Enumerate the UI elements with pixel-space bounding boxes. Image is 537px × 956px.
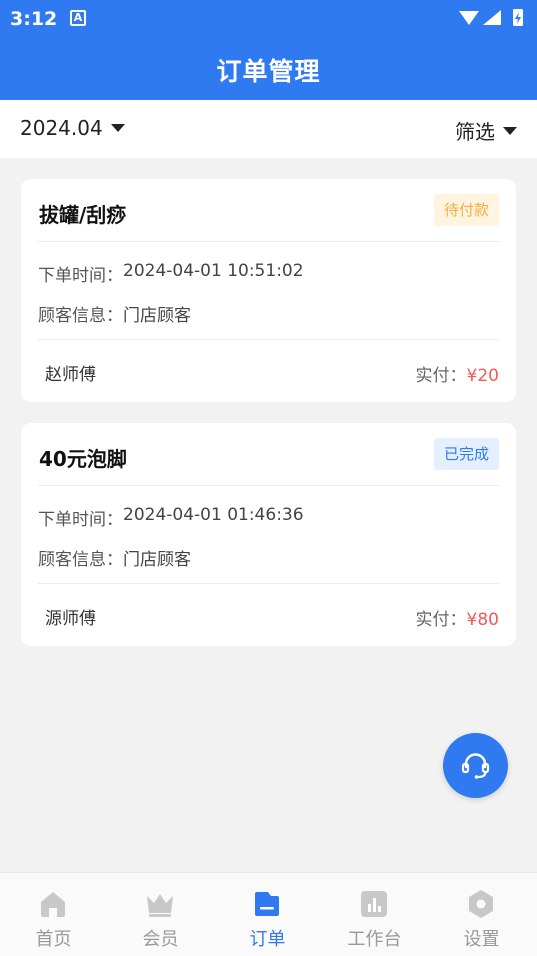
order-card[interactable]: 拔罐/刮痧 待付款 下单时间： 2024-04-01 10:51:02 顾客信息… xyxy=(21,179,516,402)
tab-label: 工作台 xyxy=(347,929,402,950)
caret-down-icon xyxy=(110,124,125,132)
worker-name: 赵师傅 xyxy=(45,365,96,385)
month-picker[interactable]: 2024.04 xyxy=(20,116,125,140)
wifi-icon xyxy=(459,11,479,25)
order-time-value: 2024-04-01 01:46:36 xyxy=(123,505,304,525)
home-icon xyxy=(41,892,65,917)
paid-label: 实付： xyxy=(415,610,467,630)
divider xyxy=(38,583,499,584)
order-time-label: 下单时间： xyxy=(38,510,123,530)
chart-icon xyxy=(361,891,387,917)
order-time-row: 下单时间： 2024-04-01 01:46:36 xyxy=(38,505,304,530)
customer-value: 门店顾客 xyxy=(123,306,191,326)
order-time-label: 下单时间： xyxy=(38,266,123,286)
customer-row: 顾客信息： 门店顾客 xyxy=(38,545,191,570)
customer-service-button[interactable] xyxy=(443,733,508,798)
tab-label: 首页 xyxy=(35,929,72,950)
page-title: 订单管理 xyxy=(216,57,321,86)
customer-row: 顾客信息： 门店顾客 xyxy=(38,301,191,326)
filter-dropdown[interactable]: 筛选 xyxy=(455,116,517,145)
divider xyxy=(38,485,499,486)
order-card[interactable]: 40元泡脚 已完成 下单时间： 2024-04-01 01:46:36 顾客信息… xyxy=(21,423,516,646)
customer-label: 顾客信息： xyxy=(38,550,123,570)
order-title: 40元泡脚 xyxy=(39,447,127,471)
tab-workbench[interactable]: 工作台 xyxy=(321,873,428,956)
paid-amount: ¥80 xyxy=(466,610,499,630)
status-bar: 3:12 A xyxy=(0,0,537,38)
filter-dropdown-label: 筛选 xyxy=(455,120,495,144)
order-time-row: 下单时间： 2024-04-01 10:51:02 xyxy=(38,261,304,286)
filter-bar: 2024.04 筛选 xyxy=(0,100,537,158)
caret-down-icon xyxy=(503,126,517,135)
order-time-value: 2024-04-01 10:51:02 xyxy=(123,261,304,281)
divider xyxy=(38,241,499,242)
tab-label: 会员 xyxy=(142,929,179,950)
tab-label: 设置 xyxy=(463,929,500,950)
paid-label: 实付： xyxy=(415,366,467,386)
tab-members[interactable]: 会员 xyxy=(107,873,214,956)
paid-amount: ¥20 xyxy=(466,366,499,386)
status-badge-completed: 已完成 xyxy=(433,438,499,470)
tab-label: 订单 xyxy=(249,929,286,950)
app-header: 3:12 A 订单管理 xyxy=(0,0,537,100)
order-title: 拔罐/刮痧 xyxy=(39,203,127,227)
order-icon xyxy=(255,892,279,916)
notification-icon: A xyxy=(70,10,86,26)
app-screen: 3:12 A 订单管理 2024.04 筛选 拔罐/刮痧 待付款 下单时间： 2… xyxy=(0,0,537,956)
tab-orders[interactable]: 订单 xyxy=(214,873,321,956)
paid-amount-row: 实付：¥80 xyxy=(416,605,499,630)
status-badge-pending: 待付款 xyxy=(433,194,499,226)
paid-amount-row: 实付：¥20 xyxy=(416,361,499,386)
cell-signal-icon xyxy=(483,10,501,25)
customer-value: 门店顾客 xyxy=(123,550,191,570)
worker-name: 源师傅 xyxy=(45,609,96,629)
headset-icon xyxy=(461,753,490,779)
crown-icon xyxy=(147,894,173,917)
bottom-tab-bar: 首页 会员 订单 工作台 设置 xyxy=(0,872,537,956)
tab-home[interactable]: 首页 xyxy=(0,873,107,956)
divider xyxy=(38,339,499,340)
month-picker-value: 2024.04 xyxy=(20,116,103,140)
tab-settings[interactable]: 设置 xyxy=(428,873,535,956)
status-time: 3:12 xyxy=(10,8,58,30)
customer-label: 顾客信息： xyxy=(38,306,123,326)
gear-icon xyxy=(469,890,493,918)
signal-battery-icons xyxy=(459,9,523,26)
